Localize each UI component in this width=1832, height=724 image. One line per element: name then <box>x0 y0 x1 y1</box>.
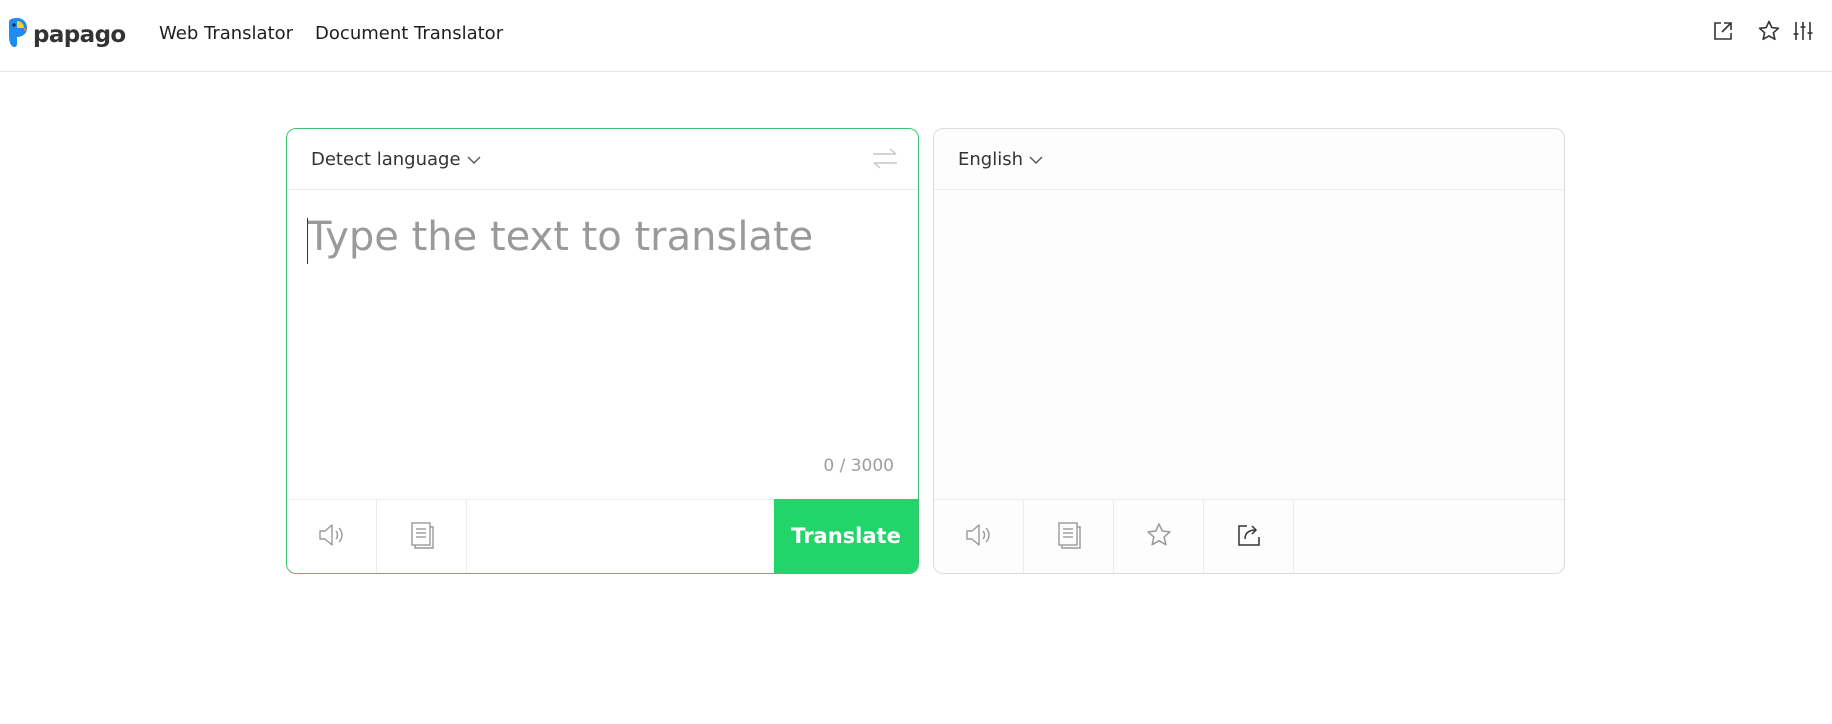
share-icon <box>1235 521 1263 553</box>
source-text-input[interactable]: Type the text to translate <box>307 217 898 277</box>
external-link-icon <box>1711 19 1735 47</box>
target-action-bar <box>934 499 1564 573</box>
translate-button[interactable]: Translate <box>774 499 918 573</box>
target-language-select[interactable]: English <box>958 129 1043 190</box>
chevron-down-icon <box>467 149 481 170</box>
source-listen-button[interactable] <box>287 500 377 573</box>
chevron-down-icon <box>1029 149 1043 170</box>
papago-parrot-icon <box>6 18 28 52</box>
open-in-new-window-button[interactable] <box>1700 13 1746 53</box>
papago-logo[interactable]: papago <box>6 18 126 52</box>
swap-languages-button[interactable] <box>870 146 900 172</box>
settings-button[interactable] <box>1792 13 1832 53</box>
target-language-label: English <box>958 149 1023 170</box>
star-icon <box>1757 19 1781 47</box>
source-language-label: Detect language <box>311 149 461 170</box>
star-icon <box>1145 521 1173 553</box>
speaker-icon <box>317 522 347 552</box>
source-copy-button[interactable] <box>377 500 467 573</box>
logo-text: papago <box>33 22 126 48</box>
source-panel: Detect language Type the text to transla… <box>286 128 919 574</box>
target-copy-button[interactable] <box>1024 500 1114 573</box>
target-panel-header: English <box>934 129 1564 190</box>
target-share-button[interactable] <box>1204 500 1294 573</box>
top-header: papago Web Translator Document Translato… <box>0 0 1832 72</box>
source-panel-header: Detect language <box>287 129 918 190</box>
speaker-icon <box>964 522 994 552</box>
favorites-button[interactable] <box>1746 13 1792 53</box>
character-counter: 0 / 3000 <box>823 456 894 476</box>
target-listen-button[interactable] <box>934 500 1024 573</box>
text-caret <box>307 218 308 264</box>
main-nav: Web Translator Document Translator <box>159 0 503 66</box>
source-language-select[interactable]: Detect language <box>311 129 481 190</box>
header-tools <box>1700 0 1832 66</box>
nav-web-translator[interactable]: Web Translator <box>159 23 293 44</box>
copy-icon <box>1056 521 1082 553</box>
target-favorite-button[interactable] <box>1114 500 1204 573</box>
swap-arrows-icon <box>870 148 900 176</box>
copy-icon <box>409 521 435 553</box>
nav-document-translator[interactable]: Document Translator <box>315 23 503 44</box>
settings-sliders-icon <box>1792 19 1814 47</box>
target-panel: English <box>933 128 1565 574</box>
